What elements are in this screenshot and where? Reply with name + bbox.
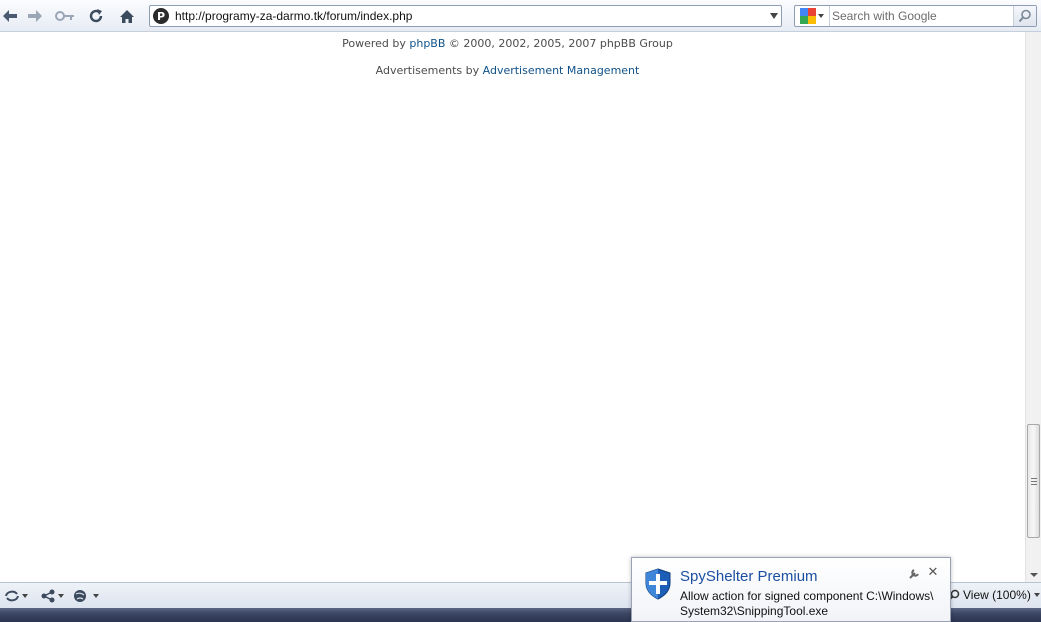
google-icon	[800, 8, 816, 24]
copyright-text: © 2000, 2002, 2005, 2007 phpBB Group	[448, 37, 673, 50]
scrollbar-thumb[interactable]	[1027, 424, 1040, 538]
search-button[interactable]	[1013, 6, 1036, 26]
address-bar[interactable]: P http://programy-za-darmo.tk/forum/inde…	[149, 5, 782, 27]
ads-prefix: Advertisements by	[375, 64, 480, 77]
page-content: Powered by phpBB © 2000, 2002, 2005, 200…	[0, 32, 1025, 582]
powered-by-line: Powered by phpBB © 2000, 2002, 2005, 200…	[0, 37, 1015, 50]
spyshelter-notification[interactable]: SpyShelter Premium ✕ Allow action for si…	[631, 557, 951, 622]
close-icon[interactable]: ✕	[927, 566, 939, 580]
vertical-scrollbar[interactable]	[1025, 32, 1041, 582]
reload-icon[interactable]	[86, 6, 106, 26]
search-input[interactable]	[832, 7, 1007, 25]
share-icon[interactable]	[40, 588, 64, 604]
home-icon[interactable]	[117, 6, 137, 26]
search-engine-selector[interactable]	[795, 6, 830, 26]
grip-icon	[1031, 478, 1037, 487]
site-favicon-icon: P	[153, 8, 169, 24]
advertisements-line: Advertisements by Advertisement Manageme…	[0, 64, 1015, 77]
sync-icon[interactable]	[4, 588, 28, 604]
back-arrow-icon[interactable]	[0, 6, 20, 26]
zoom-level-label: View (100%)	[963, 588, 1031, 602]
chevron-down-icon	[818, 14, 824, 18]
url-text[interactable]: http://programy-za-darmo.tk/forum/index.…	[175, 8, 412, 24]
zoom-control[interactable]: View (100%)	[948, 588, 1040, 602]
navigation-toolbar: P http://programy-za-darmo.tk/forum/inde…	[0, 0, 1041, 32]
scroll-down-arrow-icon[interactable]	[1030, 573, 1038, 577]
search-bar	[794, 5, 1037, 27]
notification-message: Allow action for signed component C:\Win…	[680, 589, 934, 618]
phpbb-link[interactable]: phpBB	[409, 37, 445, 50]
forward-arrow-icon[interactable]	[25, 6, 45, 26]
wrench-icon[interactable]	[908, 568, 920, 580]
globe-icon[interactable]	[73, 588, 99, 604]
key-icon[interactable]	[55, 6, 75, 26]
shield-icon	[645, 568, 671, 600]
url-history-dropdown-icon[interactable]	[770, 13, 778, 19]
advertisement-management-link[interactable]: Advertisement Management	[483, 64, 640, 77]
notification-title: SpyShelter Premium	[680, 568, 818, 585]
magnifier-icon	[1018, 9, 1031, 23]
powered-by-prefix: Powered by	[342, 37, 406, 50]
